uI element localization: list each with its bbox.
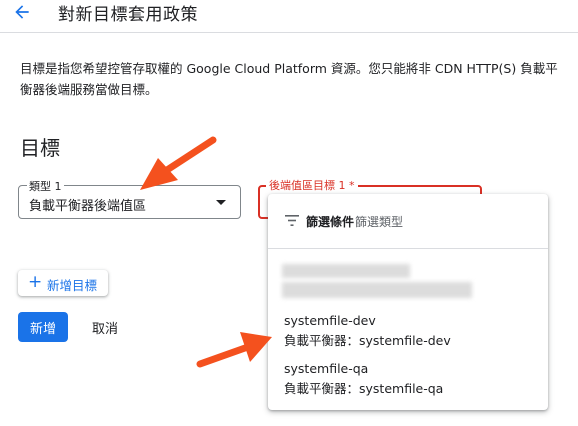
type-select[interactable]: 類型 1 負載平衡器後端值區 xyxy=(18,178,241,219)
page-title: 對新目標套用政策 xyxy=(58,5,198,25)
redacted-text xyxy=(282,264,410,278)
list-item-systemfile-dev[interactable]: systemfile-dev 負載平衡器：systemfile-dev xyxy=(284,312,534,352)
backend-bucket-target-label: 後端值區目標 1 * xyxy=(266,177,358,193)
filter-input[interactable]: 篩選類型 xyxy=(355,213,403,230)
option-subtext: 負載平衡器：systemfile-qa xyxy=(284,381,444,396)
section-title: 目標 xyxy=(20,136,60,160)
list-item-systemfile-qa[interactable]: systemfile-qa 負載平衡器：systemfile-qa xyxy=(284,360,534,400)
redacted-text xyxy=(282,282,472,298)
plus-icon: + xyxy=(28,272,43,292)
annotation-arrow-icon xyxy=(196,332,272,368)
option-name: systemfile-qa xyxy=(284,361,369,376)
add-target-label: 新增目標 xyxy=(47,278,98,293)
dropdown-caret-icon xyxy=(216,200,226,205)
description-text: 目標是指您希望控管存取權的 Google Cloud Platform 資源。您… xyxy=(20,61,558,97)
cancel-button[interactable]: 取消 xyxy=(80,312,130,342)
create-button[interactable]: 新增 xyxy=(18,312,68,342)
filter-label: 篩選條件 xyxy=(306,215,355,229)
arrow-back-icon[interactable] xyxy=(12,2,32,22)
add-target-button[interactable]: + 新增目標 xyxy=(18,270,108,296)
header: 對新目標套用政策 xyxy=(0,0,578,32)
option-subtext: 負載平衡器：systemfile-dev xyxy=(284,333,451,348)
filter-row[interactable]: 篩選條件 篩選類型 xyxy=(268,194,548,249)
filter-list-icon xyxy=(285,215,299,226)
annotation-arrow-icon xyxy=(140,136,217,190)
option-name: systemfile-dev xyxy=(284,313,376,328)
type-select-value: 負載平衡器後端值區 xyxy=(29,199,147,214)
type-select-label: 類型 1 xyxy=(27,178,64,194)
backend-bucket-dropdown: 篩選條件 篩選類型 systemfile-dev 負載平衡器：systemfil… xyxy=(268,194,548,410)
header-divider xyxy=(0,32,578,33)
